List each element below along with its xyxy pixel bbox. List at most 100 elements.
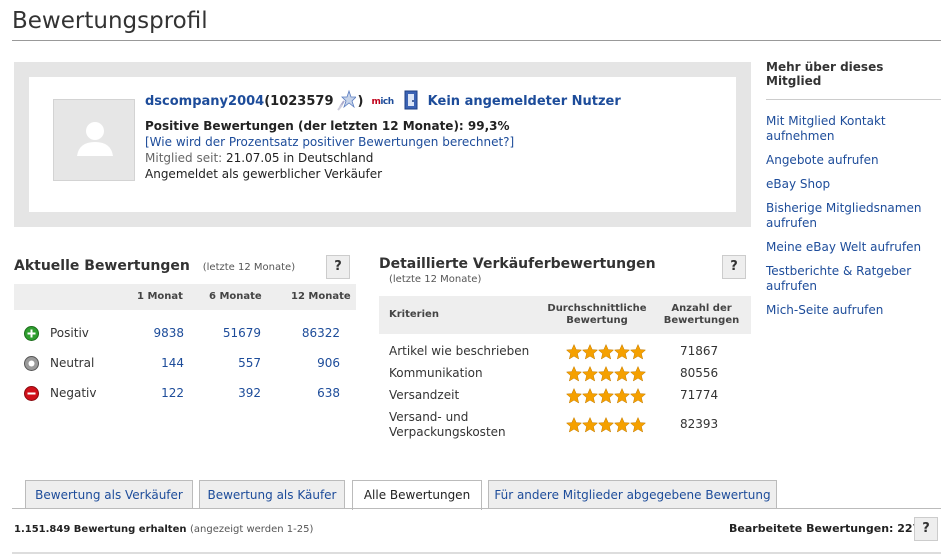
positive-value: 99,3%: [467, 119, 510, 133]
sidebar-link-previous-names[interactable]: Bisherige Mitgliedsnamen aufrufen: [766, 201, 931, 231]
username-line: dscompany2004 ( 1023579 ) mich Kein ange…: [145, 89, 725, 116]
star-icon: [598, 388, 614, 404]
positive-1-month[interactable]: 9838: [153, 326, 184, 340]
neutral-1-month[interactable]: 144: [161, 356, 184, 370]
ebay-shop-door-icon[interactable]: [404, 90, 418, 115]
current-ratings-note: (letzte 12 Monate): [202, 262, 296, 273]
negative-label: Negativ: [50, 386, 97, 400]
rating-count: 82393: [680, 417, 719, 431]
title-divider: [12, 40, 941, 41]
star-icon: [566, 366, 582, 382]
star-icon: [598, 366, 614, 382]
star-icon: [582, 388, 598, 404]
seller-type: Angemeldet als gewerblicher Verkäufer: [145, 167, 383, 181]
user-silhouette-icon: [77, 122, 113, 156]
sidebar-link-shop[interactable]: eBay Shop: [766, 177, 931, 192]
profile-info: dscompany2004 ( 1023579 ) mich Kein ange…: [145, 89, 725, 182]
bottom-divider: [12, 552, 941, 554]
sidebar-link-my-world[interactable]: Meine eBay Welt aufrufen: [766, 240, 931, 255]
avatar: [53, 99, 135, 181]
rating-row-negative: Negativ 122 392 638: [14, 380, 356, 410]
neutral-icon: [24, 356, 39, 371]
star-icon: [630, 344, 646, 360]
star-icon: [630, 366, 646, 382]
star-icon: [582, 417, 598, 433]
member-since: Mitglied seit: 21.07.05 in Deutschland: [145, 150, 725, 166]
feedback-score[interactable]: 1023579: [270, 94, 333, 110]
not-logged-in-link[interactable]: Kein angemeldeter Nutzer: [428, 94, 621, 110]
current-ratings-header: 1 Monat 6 Monate 12 Monate: [14, 284, 356, 310]
detailed-ratings-help-button[interactable]: ?: [722, 255, 746, 279]
star-icon: [630, 417, 646, 433]
star-rating: [566, 388, 646, 404]
member-since-value: 21.07.05 in Deutschland: [226, 151, 374, 165]
edited-ratings-help-button[interactable]: ?: [914, 517, 938, 541]
member-sidebar: Mehr über dieses Mitglied Mit Mitglied K…: [766, 60, 941, 327]
current-ratings-title: Aktuelle Bewertungen (letzte 12 Monate): [14, 258, 295, 274]
username-link[interactable]: dscompany2004: [145, 94, 264, 110]
member-since-label: Mitglied seit:: [145, 151, 227, 165]
mich-prefix: m: [371, 97, 381, 107]
negative-1-month[interactable]: 122: [161, 386, 184, 400]
positive-6-months[interactable]: 51679: [223, 326, 261, 340]
star-icon: [614, 344, 630, 360]
star-icon: [598, 417, 614, 433]
rating-count: 71774: [680, 388, 719, 402]
criterion-label: Versand- und Verpackungskosten: [389, 410, 506, 439]
received-count: 1.151.849 Bewertung erhalten (angezeigt …: [14, 524, 313, 535]
tab-left-for-others[interactable]: Für andere Mitglieder abgegebene Bewertu…: [488, 480, 777, 509]
star-icon: [614, 366, 630, 382]
sidebar-link-listings[interactable]: Angebote aufrufen: [766, 153, 931, 168]
current-ratings-help-button[interactable]: ?: [326, 255, 350, 279]
negative-12-months[interactable]: 638: [317, 386, 340, 400]
positive-label: Positive Bewertungen (der letzten 12 Mon…: [145, 119, 468, 133]
received-total: 1.151.849 Bewertung erhalten: [14, 524, 187, 535]
tab-as-buyer[interactable]: Bewertung als Käufer: [199, 480, 345, 509]
criterion-label: Versandzeit: [389, 388, 460, 402]
rating-row-neutral: Neutral 144 557 906: [14, 350, 356, 380]
neutral-12-months[interactable]: 906: [317, 356, 340, 370]
shown-range: (angezeigt werden 1-25): [189, 524, 314, 535]
positive-12-months[interactable]: 86322: [302, 326, 340, 340]
tabs-divider: [12, 508, 941, 509]
tab-as-seller[interactable]: Bewertung als Verkäufer: [25, 480, 193, 509]
star-icon: [582, 366, 598, 382]
star-icon: [566, 344, 582, 360]
rating-row-positive: Positiv 9838 51679 86322: [14, 320, 356, 350]
star-icon: [630, 388, 646, 404]
star-icon: [614, 417, 630, 433]
col-1-month: 1 Monat: [137, 291, 183, 302]
star-rating: [566, 417, 646, 433]
profile-card-inner: dscompany2004 ( 1023579 ) mich Kein ange…: [29, 77, 736, 212]
detailed-ratings-note: (letzte 12 Monate): [389, 274, 482, 285]
star-rating: [566, 366, 646, 382]
criterion-label: Kommunikation: [389, 366, 483, 380]
neutral-label: Neutral: [50, 356, 95, 370]
col-6-months: 6 Monate: [209, 291, 262, 302]
sidebar-link-reviews-guides[interactable]: Testberichte & Ratgeber aufrufen: [766, 264, 931, 294]
positive-feedback-line: Positive Bewertungen (der letzten 12 Mon…: [145, 118, 725, 134]
negative-6-months[interactable]: 392: [238, 386, 261, 400]
col-count: Anzahl der Bewertungen: [663, 303, 740, 326]
sidebar-link-mich-page[interactable]: Mich-Seite aufrufen: [766, 303, 931, 318]
current-ratings-heading: Aktuelle Bewertungen: [14, 258, 190, 274]
criterion-label: Artikel wie beschrieben: [389, 344, 530, 358]
detailed-ratings-title: Detaillierte Verkäuferbewertungen: [379, 256, 656, 272]
profile-card: dscompany2004 ( 1023579 ) mich Kein ange…: [14, 62, 751, 227]
rating-count: 80556: [680, 366, 719, 380]
tab-all-ratings[interactable]: Alle Bewertungen: [352, 480, 482, 510]
page-title: Bewertungsprofil: [12, 8, 208, 34]
shooting-star-icon[interactable]: [336, 89, 357, 116]
edited-ratings: Bearbeitete Bewertungen: 2279: [729, 522, 928, 535]
sidebar-link-contact[interactable]: Mit Mitglied Kontakt aufnehmen: [766, 114, 931, 144]
mich-suffix: ich: [380, 97, 394, 107]
sidebar-title: Mehr über dieses Mitglied: [766, 60, 941, 100]
star-icon: [598, 344, 614, 360]
col-12-months: 12 Monate: [291, 291, 351, 302]
star-icon: [614, 388, 630, 404]
mich-page-icon[interactable]: mich: [371, 94, 394, 110]
neutral-6-months[interactable]: 557: [238, 356, 261, 370]
col-average: Durchschnittliche Bewertung: [547, 303, 647, 326]
calc-explanation-link[interactable]: [Wie wird der Prozentsatz positiver Bewe…: [145, 134, 725, 150]
star-icon: [566, 417, 582, 433]
